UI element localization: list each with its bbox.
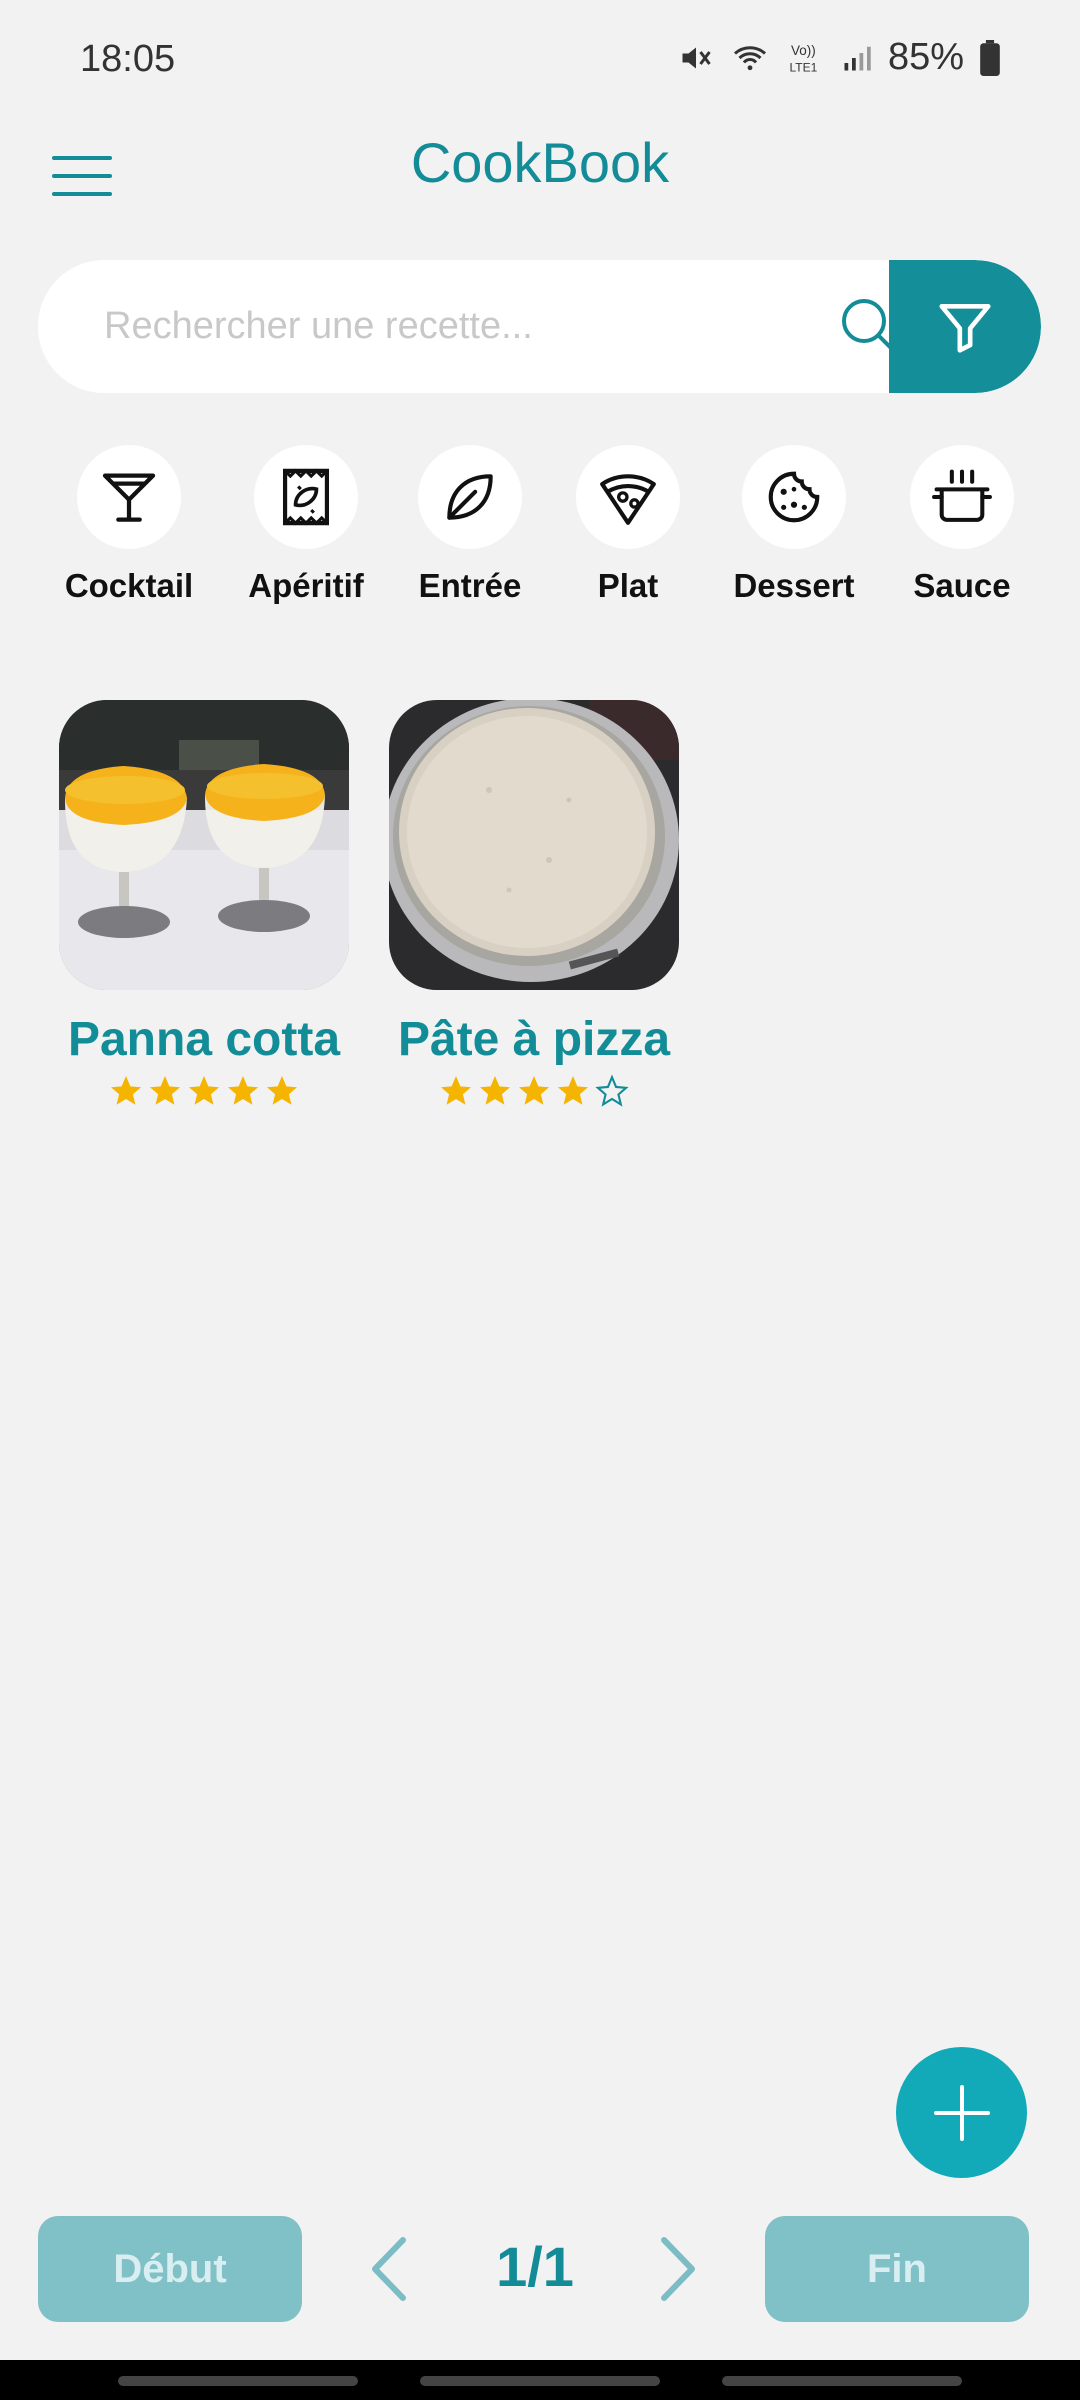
last-page-button[interactable]: Fin — [765, 2216, 1029, 2322]
filter-button[interactable] — [889, 260, 1041, 393]
system-nav-bar — [0, 2360, 1080, 2400]
star-filled-icon — [111, 1076, 141, 1105]
category-cocktail[interactable]: Cocktail — [44, 445, 214, 605]
star-filled-icon — [519, 1076, 549, 1105]
leaf-icon — [447, 474, 493, 520]
rating-stars — [54, 1073, 354, 1109]
nav-recents-button[interactable] — [118, 2376, 358, 2386]
category-plat[interactable]: Plat — [543, 445, 713, 605]
status-icons: Vo)) LTE1 85% — [678, 36, 1000, 79]
status-bar: 18:05 Vo)) LTE1 85% — [0, 0, 1080, 120]
star-filled-icon — [150, 1076, 180, 1105]
recipe-photo-pate-a-pizza — [389, 700, 679, 990]
star-filled-icon — [558, 1076, 588, 1105]
category-sauce[interactable]: Sauce — [877, 445, 1047, 605]
category-label: Dessert — [733, 567, 855, 604]
app-title: CookBook — [410, 131, 670, 194]
plus-icon — [933, 2084, 990, 2141]
recipe-photo-panna-cotta — [59, 700, 349, 990]
svg-text:LTE1: LTE1 — [789, 60, 817, 74]
category-label: Plat — [597, 567, 659, 604]
star-filled-icon — [441, 1076, 471, 1105]
previous-page-icon[interactable] — [357, 2234, 427, 2304]
status-time: 18:05 — [80, 38, 176, 80]
category-label: Entrée — [418, 567, 522, 604]
category-dessert[interactable]: Dessert — [709, 445, 879, 605]
signal-icon — [844, 46, 871, 70]
cookie-icon — [768, 471, 820, 523]
add-recipe-button[interactable] — [896, 2047, 1027, 2178]
battery-percent: 85% — [887, 36, 964, 78]
filter-icon — [939, 303, 991, 353]
first-page-button[interactable]: Début — [38, 2216, 302, 2322]
star-filled-icon — [228, 1076, 258, 1105]
svg-text:Vo)): Vo)) — [791, 43, 816, 58]
category-label: Apéritif — [248, 567, 364, 604]
page-indicator: 1/1 — [496, 2235, 574, 2298]
volte-icon: Vo)) LTE1 — [789, 43, 817, 75]
recipe-card-pate-a-pizza[interactable]: Pâte à pizza — [384, 700, 684, 1109]
star-filled-icon — [267, 1076, 297, 1105]
battery-icon — [980, 39, 1000, 76]
cocktail-glass-icon — [102, 473, 156, 522]
pizza-slice-icon — [600, 474, 656, 525]
app-header: CookBook — [0, 120, 1080, 240]
wifi-icon — [733, 45, 766, 70]
category-aperitif[interactable]: Apéritif — [221, 445, 391, 605]
recipe-name: Panna cotta — [67, 1013, 341, 1066]
next-page-icon[interactable] — [640, 2234, 710, 2304]
pagination: Début 1/1 Fin — [0, 2216, 1080, 2322]
cooking-pot-icon — [932, 469, 992, 522]
star-filled-icon — [189, 1076, 219, 1105]
category-label: Cocktail — [64, 567, 194, 604]
nav-back-button[interactable] — [722, 2376, 962, 2386]
category-bar: Cocktail Apéritif Entrée Plat Dessert Sa… — [0, 445, 1080, 615]
mute-icon — [682, 47, 711, 68]
star-empty-icon — [595, 1074, 629, 1107]
chips-bag-icon — [282, 468, 330, 526]
category-label: Sauce — [913, 567, 1011, 604]
recipe-card-panna-cotta[interactable]: Panna cotta — [54, 700, 354, 1109]
search-input[interactable] — [104, 260, 784, 393]
star-filled-icon — [480, 1076, 510, 1105]
search-bar — [38, 260, 1041, 393]
nav-home-button[interactable] — [420, 2376, 660, 2386]
recipe-name: Pâte à pizza — [397, 1013, 671, 1066]
category-entree[interactable]: Entrée — [385, 445, 555, 605]
rating-stars — [384, 1073, 684, 1109]
